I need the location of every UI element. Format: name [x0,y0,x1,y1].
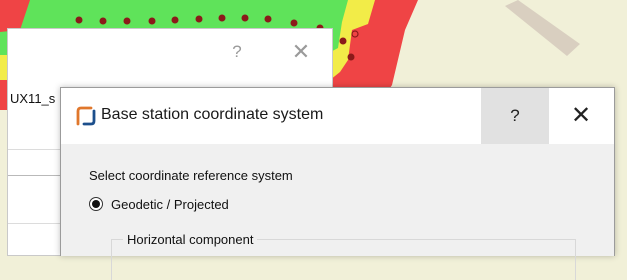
radio-selected-icon[interactable] [89,197,103,211]
survey-point [75,16,83,24]
geodetic-projected-radio-option[interactable]: Geodetic / Projected [89,195,229,213]
divider [8,175,68,176]
background-dialog-titlebar[interactable]: ? ✕ [8,29,332,73]
survey-point [290,19,298,27]
close-icon: ✕ [570,102,592,129]
help-button[interactable]: ? [481,88,549,144]
survey-point [99,17,107,25]
background-field-label: UX11_s [10,91,56,106]
orange-bracket-icon [76,106,96,126]
survey-point [148,17,156,25]
base-station-crs-dialog: Base station coordinate system ? ✕ Selec… [60,87,615,280]
question-mark-icon: ? [510,106,520,125]
survey-point [218,14,226,22]
survey-point [195,15,203,23]
survey-point [339,37,347,45]
survey-point [347,53,355,61]
survey-point [241,14,249,22]
crs-prompt-label: Select coordinate reference system [89,168,293,183]
dialog-body: Select coordinate reference system Geode… [61,144,614,280]
background-help-button[interactable]: ? [222,39,252,65]
survey-point [264,15,272,23]
survey-point [171,16,179,24]
survey-point [123,17,131,25]
close-button[interactable]: ✕ [549,88,613,144]
background-close-button[interactable]: ✕ [284,39,318,65]
geodetic-projected-label: Geodetic / Projected [111,196,229,212]
divider [8,223,68,224]
dialog-titlebar[interactable]: Base station coordinate system ? ✕ [61,88,614,144]
divider [8,149,68,150]
dialog-title: Base station coordinate system [101,106,324,123]
horizontal-component-title: Horizontal component [123,232,258,247]
